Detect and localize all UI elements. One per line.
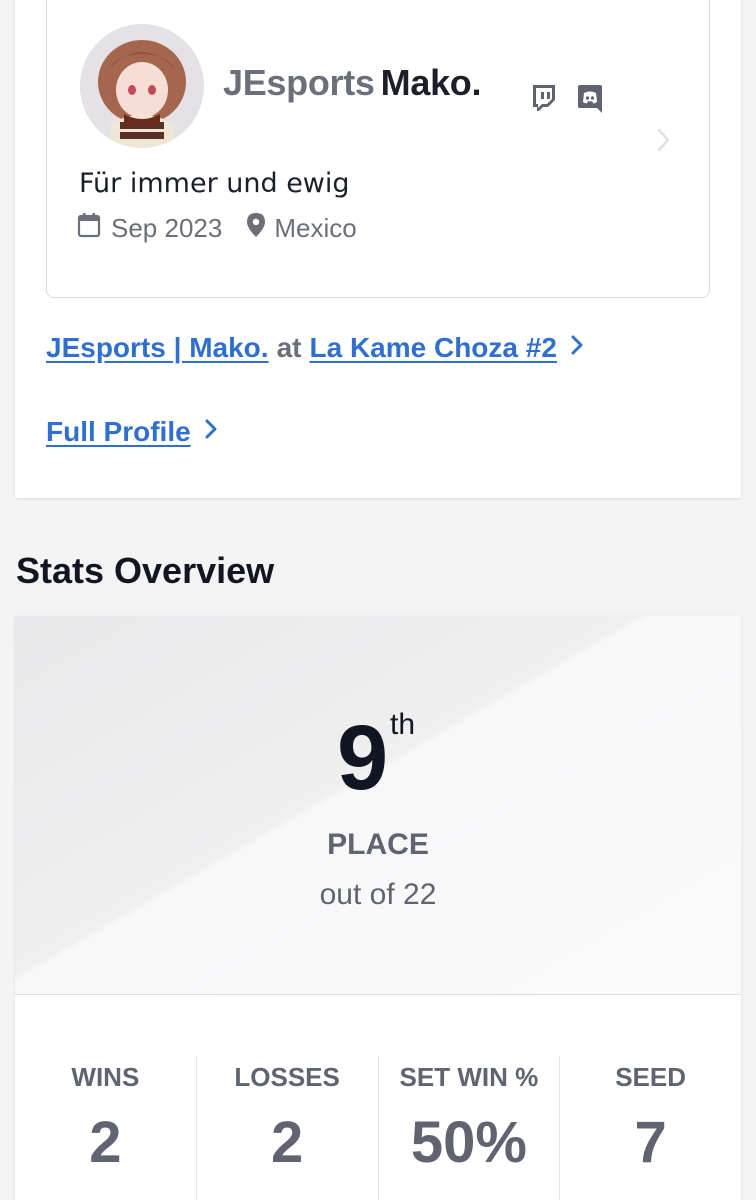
stat-label: LOSSES bbox=[234, 1062, 340, 1092]
entrant-name-link[interactable]: JEsports | Mako. bbox=[46, 332, 269, 364]
location-text: Mexico bbox=[274, 213, 357, 243]
profile-card: JEsports Mako. Für immer und ewig Sep 20… bbox=[15, 0, 741, 498]
stat-set-win-percent: SET WIN % 50% bbox=[377, 1056, 560, 1200]
bio-text: Für immer und ewig bbox=[79, 168, 350, 199]
stat-label: SET WIN % bbox=[399, 1062, 539, 1092]
stat-value: 2 bbox=[89, 1110, 122, 1175]
stat-grid: WINS 2 LOSSES 2 SET WIN % 50% SEED 7 bbox=[15, 1056, 741, 1200]
chevron-right-icon[interactable] bbox=[191, 416, 219, 448]
avatar bbox=[80, 24, 204, 148]
stat-seed: SEED 7 bbox=[559, 1056, 741, 1200]
player-name: JEsports Mako. bbox=[223, 62, 481, 104]
stat-label: SEED bbox=[615, 1062, 687, 1092]
gamertag: Mako. bbox=[380, 62, 482, 103]
twitch-icon[interactable] bbox=[529, 82, 559, 112]
placement-number: 9 bbox=[337, 707, 389, 809]
location-pin-icon bbox=[246, 212, 274, 245]
chevron-right-icon[interactable] bbox=[655, 126, 673, 154]
location: Mexico bbox=[246, 212, 357, 245]
stat-wins: WINS 2 bbox=[15, 1056, 196, 1200]
stat-losses: LOSSES 2 bbox=[195, 1056, 378, 1200]
full-profile-link[interactable]: Full Profile bbox=[46, 416, 191, 448]
stat-value: 7 bbox=[634, 1110, 667, 1175]
calendar-icon bbox=[77, 212, 111, 245]
entrant-at-text: at bbox=[276, 332, 302, 363]
profile-meta: Sep 2023 Mexico bbox=[77, 212, 357, 245]
chevron-right-icon[interactable] bbox=[557, 332, 585, 364]
placement-suffix: th bbox=[390, 708, 416, 741]
stat-value: 50% bbox=[410, 1110, 527, 1175]
entrant-link-row[interactable]: JEsports | Mako. at La Kame Choza #2 bbox=[46, 332, 585, 364]
stats-overview-title: Stats Overview bbox=[16, 550, 275, 591]
profile-header[interactable]: JEsports Mako. Für immer und ewig Sep 20… bbox=[46, 0, 710, 298]
placement-hero: 9 th PLACE out of 22 bbox=[15, 616, 741, 995]
discord-icon[interactable] bbox=[575, 84, 605, 114]
stat-value: 2 bbox=[270, 1110, 304, 1175]
stat-label: WINS bbox=[71, 1062, 140, 1092]
placement-label: PLACE bbox=[327, 828, 429, 861]
sponsor-prefix: JEsports bbox=[223, 62, 375, 103]
join-date: Sep 2023 bbox=[111, 213, 223, 243]
stats-card: 9 th PLACE out of 22 WINS 2 LOSSES 2 SET… bbox=[15, 616, 741, 1200]
event-link[interactable]: La Kame Choza #2 bbox=[309, 332, 556, 364]
placement-total: out of 22 bbox=[319, 878, 437, 911]
full-profile-link-row[interactable]: Full Profile bbox=[46, 416, 219, 448]
